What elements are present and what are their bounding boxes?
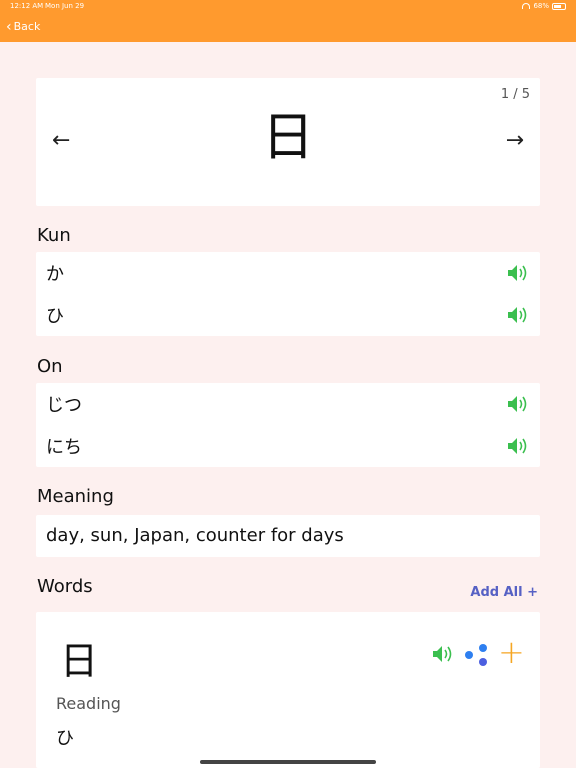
next-arrow-button[interactable]: → <box>506 128 524 153</box>
kun-reading: か <box>46 264 64 285</box>
speaker-icon[interactable] <box>506 263 530 283</box>
meaning-section-title: Meaning <box>37 486 114 507</box>
on-reading: にち <box>46 437 82 458</box>
add-all-button[interactable]: Add All + <box>470 585 538 600</box>
on-row: にち <box>36 425 540 467</box>
dots-icon[interactable] <box>464 642 490 668</box>
kanji-character: 日 <box>261 108 314 168</box>
kanji-counter: 1 / 5 <box>500 87 530 102</box>
meaning-text: day, sun, Japan, counter for days <box>46 525 344 546</box>
kun-row: か <box>36 252 540 294</box>
on-list: じつ にち <box>36 383 540 467</box>
meaning-card: day, sun, Japan, counter for days <box>36 515 540 557</box>
on-reading: じつ <box>46 395 82 416</box>
reading-label: Reading <box>56 694 121 713</box>
speaker-icon[interactable] <box>506 305 530 325</box>
status-bar: 12:12 AM Mon Jun 29 68% <box>0 0 576 14</box>
speaker-icon[interactable] <box>506 394 530 414</box>
on-row: じつ <box>36 383 540 425</box>
kanji-card: 1 / 5 ← 日 → <box>36 78 540 206</box>
word-kanji: 日 <box>60 639 99 683</box>
back-button[interactable]: ‹ Back <box>6 18 41 35</box>
navigation-bar: ‹ Back <box>0 14 576 42</box>
battery-icon <box>552 2 566 10</box>
speaker-icon[interactable] <box>506 436 530 456</box>
battery-percent: 68% <box>533 2 549 10</box>
kun-reading: ひ <box>46 306 64 327</box>
status-time: 12:12 AM <box>10 2 44 10</box>
on-section-title: On <box>37 356 63 377</box>
back-label: Back <box>13 20 41 33</box>
wifi-icon <box>522 3 531 9</box>
chevron-left-icon: ‹ <box>6 18 12 35</box>
reading-value: ひ <box>56 728 74 749</box>
add-word-button[interactable]: + <box>498 634 525 670</box>
home-indicator <box>200 760 376 764</box>
kun-section-title: Kun <box>37 225 71 246</box>
words-section-title: Words <box>37 576 93 597</box>
status-date: Mon Jun 29 <box>45 2 85 10</box>
word-card: 日 + Reading ひ <box>36 612 540 768</box>
speaker-icon[interactable] <box>431 643 455 665</box>
status-right: 68% <box>522 2 566 10</box>
kun-list: か ひ <box>36 252 540 336</box>
kun-row: ひ <box>36 294 540 336</box>
